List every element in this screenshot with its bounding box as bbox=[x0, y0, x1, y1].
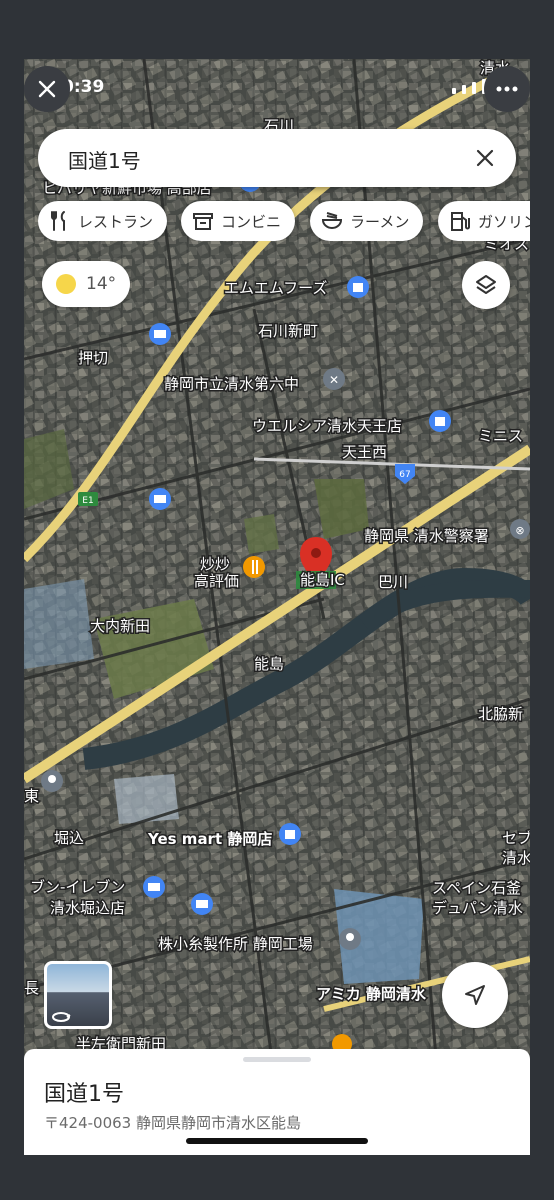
map-label: 清水堀込店 bbox=[50, 899, 125, 917]
more-icon bbox=[496, 86, 518, 92]
store-pin-icon bbox=[149, 323, 171, 345]
map-label: 高評価 bbox=[194, 572, 239, 590]
street-view-icon bbox=[52, 1012, 71, 1022]
layers-button[interactable] bbox=[462, 261, 510, 309]
map-label: Yes mart 静岡店 bbox=[147, 830, 272, 848]
sun-icon bbox=[56, 274, 76, 294]
status-icons bbox=[452, 79, 486, 94]
weather-chip[interactable]: 14° bbox=[42, 261, 130, 307]
school-pin-icon: ✕ bbox=[323, 368, 345, 390]
shopping-pin-icon bbox=[347, 276, 369, 298]
shopping-pin-icon bbox=[429, 410, 451, 432]
place-title: 国道1号 bbox=[44, 1082, 124, 1107]
map-label: 巴川 bbox=[378, 573, 408, 591]
store-pin-icon bbox=[149, 488, 171, 510]
svg-text:✕: ✕ bbox=[329, 373, 339, 387]
map-label: 大内新田 bbox=[90, 617, 150, 635]
place-address: 〒424-0063 静岡県静岡市清水区能島 bbox=[44, 1114, 301, 1132]
close-icon bbox=[38, 80, 56, 98]
map-label: 長 bbox=[24, 979, 39, 997]
category-chips: レストラン コンビニ ラーメン ガソリン bbox=[38, 201, 530, 241]
map-label: ブン-イレブン bbox=[30, 878, 125, 896]
street-view-thumbnail[interactable] bbox=[44, 961, 112, 1029]
store-icon bbox=[193, 213, 213, 230]
e1-shield: E1 bbox=[78, 492, 98, 506]
chip-restaurant[interactable]: レストラン bbox=[38, 201, 168, 241]
map-label: 静岡市立清水第六中 bbox=[164, 375, 299, 393]
navigation-arrow-icon bbox=[465, 985, 485, 1005]
store-pin-icon bbox=[191, 893, 213, 915]
temperature: 14° bbox=[86, 274, 117, 294]
shopping-pin-icon bbox=[279, 823, 301, 845]
svg-text:67: 67 bbox=[399, 470, 410, 480]
map-label: 東 bbox=[24, 787, 39, 805]
svg-text:⊗: ⊗ bbox=[515, 524, 524, 537]
place-pin-icon bbox=[339, 928, 361, 950]
svg-text:E1: E1 bbox=[82, 496, 93, 506]
map-label: スペイン石釜 bbox=[432, 879, 521, 897]
chip-label: コンビニ bbox=[221, 212, 282, 231]
map-label: 堀込 bbox=[54, 829, 84, 847]
restaurant-icon bbox=[51, 211, 65, 231]
restaurant-pin-icon bbox=[243, 556, 265, 578]
my-location-button[interactable] bbox=[442, 962, 508, 1028]
chip-gas-station[interactable]: ガソリン bbox=[438, 201, 530, 241]
more-options-button[interactable] bbox=[484, 66, 530, 112]
police-pin-icon: ⊗ bbox=[510, 519, 530, 539]
close-button[interactable] bbox=[24, 66, 70, 112]
map-label: 北脇新 bbox=[478, 705, 523, 723]
chip-label: ラーメン bbox=[350, 212, 410, 231]
clear-search-icon[interactable] bbox=[472, 145, 498, 171]
map-label: デュパン清水 bbox=[432, 899, 523, 917]
home-indicator[interactable] bbox=[186, 1138, 368, 1144]
gas-station-icon bbox=[451, 212, 470, 231]
layers-icon bbox=[476, 275, 496, 294]
phone-frame: 67 E1 ✕ ⊗ ヒバリヤ新鮮市場 高部店 エムエムフーズ 石川新町 押切 静… bbox=[0, 0, 554, 1200]
map-label: ミニス bbox=[478, 427, 523, 445]
map-label: セブ bbox=[502, 829, 530, 847]
store-pin-icon bbox=[143, 876, 165, 898]
sheet-drag-handle[interactable] bbox=[243, 1057, 311, 1062]
chip-label: ガソリン bbox=[478, 212, 530, 231]
ramen-icon bbox=[321, 212, 343, 229]
map-label: 静岡県 清水警察署 bbox=[364, 527, 489, 545]
map-label: 株小糸製作所 静岡工場 bbox=[158, 935, 313, 953]
map-label: 炒炒 bbox=[200, 555, 230, 573]
map-label: ウエルシア清水天王店 bbox=[252, 417, 402, 435]
chip-label: レストラン bbox=[78, 212, 154, 231]
signal-icon bbox=[452, 88, 456, 94]
search-query[interactable]: 国道1号 bbox=[68, 145, 141, 174]
map-label: エムエムフーズ bbox=[224, 279, 327, 297]
map-label: 能島 bbox=[254, 655, 284, 673]
map-label: アミカ 静岡清水 bbox=[316, 985, 427, 1003]
map-label: 天王西 bbox=[342, 443, 387, 461]
chip-ramen[interactable]: ラーメン bbox=[310, 201, 424, 241]
map-label: 清水 bbox=[502, 849, 530, 867]
map-label: 能島IC bbox=[300, 571, 345, 589]
map-label: 押切 bbox=[78, 349, 108, 367]
map-screen: 67 E1 ✕ ⊗ ヒバリヤ新鮮市場 高部店 エムエムフーズ 石川新町 押切 静… bbox=[24, 59, 530, 1155]
place-pin-icon bbox=[41, 770, 63, 792]
map-label: 石川新町 bbox=[258, 322, 318, 340]
search-bar[interactable]: 国道1号 bbox=[38, 129, 516, 187]
chip-convenience-store[interactable]: コンビニ bbox=[181, 201, 296, 241]
